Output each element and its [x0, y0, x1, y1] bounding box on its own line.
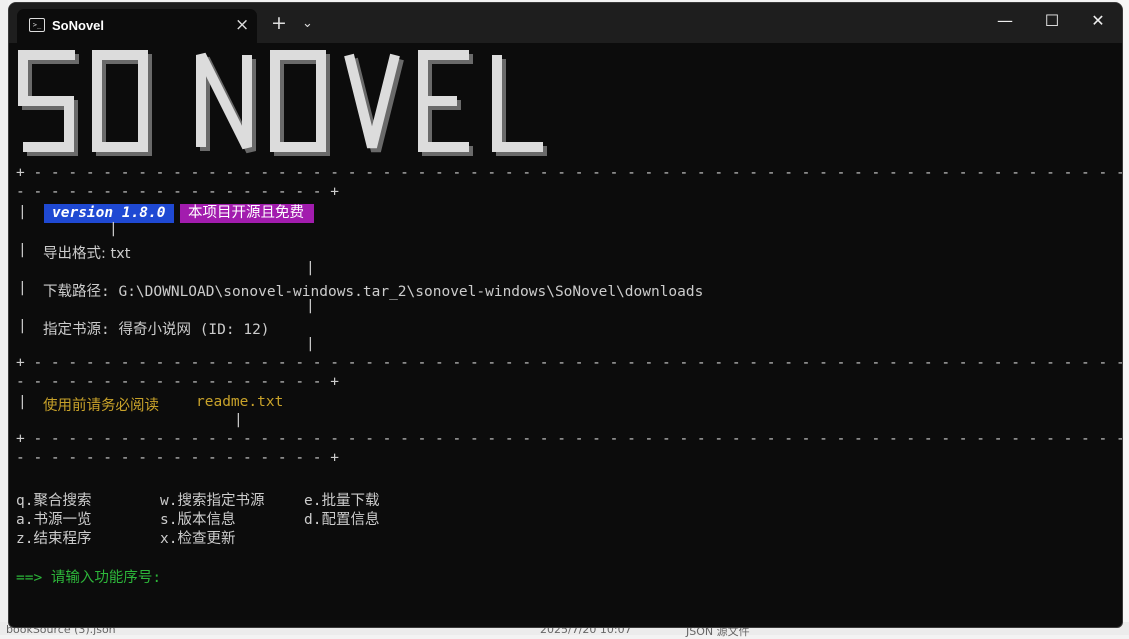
terminal-window: >_ SoNovel × + ⌄ — ☐ ✕ + - - - - - - - -… — [8, 2, 1123, 628]
pipe-left: | — [18, 394, 27, 410]
pipe-left: | — [18, 204, 27, 220]
pipe-right: | — [234, 412, 243, 428]
tab-sonovel[interactable]: >_ SoNovel × — [17, 9, 257, 43]
pipe-right: | — [109, 221, 118, 237]
pipe-right: | — [306, 298, 315, 314]
border-mid-line-a: + - - - - - - - - - - - - - - - - - - - … — [16, 355, 1122, 371]
menu-item: s.版本信息 — [160, 512, 236, 528]
pipe-right: | — [306, 336, 315, 352]
chevron-down-icon[interactable]: ⌄ — [302, 14, 313, 34]
border-mid-line-b: - - - - - - - - - - - - - - - - - - + — [16, 374, 340, 390]
close-tab-icon[interactable]: × — [235, 15, 249, 35]
menu-item: d.配置信息 — [304, 512, 380, 528]
readme-file: readme.txt — [196, 394, 284, 410]
border-bottom-line-a: + - - - - - - - - - - - - - - - - - - - … — [16, 431, 1122, 447]
download-path-text: 下载路径: G:\DOWNLOAD\sonovel-windows.tar_2\… — [43, 284, 704, 300]
banner-letter — [496, 59, 547, 156]
menu-item: a.书源一览 — [16, 512, 92, 528]
pipe-left: | — [18, 242, 27, 258]
menu-item: q.聚合搜索 — [16, 493, 92, 509]
menu-item: e.批量下载 — [304, 493, 380, 509]
menu-item: w.搜索指定书源 — [160, 493, 265, 509]
open-source-badge: 本项目开源且免费 — [180, 204, 314, 223]
pipe-left: | — [18, 280, 27, 296]
readme-hint: 使用前请务必阅读 — [43, 398, 159, 414]
border-top-line-b: - - - - - - - - - - - - - - - - - - + — [16, 184, 340, 200]
banner-letter — [344, 53, 400, 149]
pipe-left: | — [18, 318, 27, 334]
book-source-text: 指定书源: 得奇小说网 (ID: 12) — [43, 322, 270, 338]
terminal-content[interactable]: + - - - - - - - - - - - - - - - - - - - … — [9, 43, 1122, 627]
new-tab-button[interactable]: + — [271, 13, 287, 33]
title-bar: >_ SoNovel × + ⌄ — ☐ ✕ — [9, 3, 1122, 43]
ascii-banner — [18, 50, 547, 156]
minimize-button[interactable]: — — [990, 11, 1020, 31]
close-window-button[interactable]: ✕ — [1083, 11, 1113, 31]
border-top-line-a: + - - - - - - - - - - - - - - - - - - - … — [16, 165, 1122, 181]
border-bottom-line-b: - - - - - - - - - - - - - - - - - - + — [16, 450, 340, 466]
menu-item: z.结束程序 — [16, 531, 92, 547]
maximize-button[interactable]: ☐ — [1037, 11, 1067, 31]
export-format-text: 导出格式: txt — [43, 246, 131, 262]
menu-item: x.检查更新 — [160, 531, 236, 547]
pipe-right: | — [306, 260, 315, 276]
input-prompt[interactable]: ==> 请输入功能序号: — [16, 566, 161, 587]
background-desktop-left — [0, 0, 8, 635]
tab-title: SoNovel — [52, 18, 105, 33]
terminal-icon: >_ — [29, 18, 45, 32]
